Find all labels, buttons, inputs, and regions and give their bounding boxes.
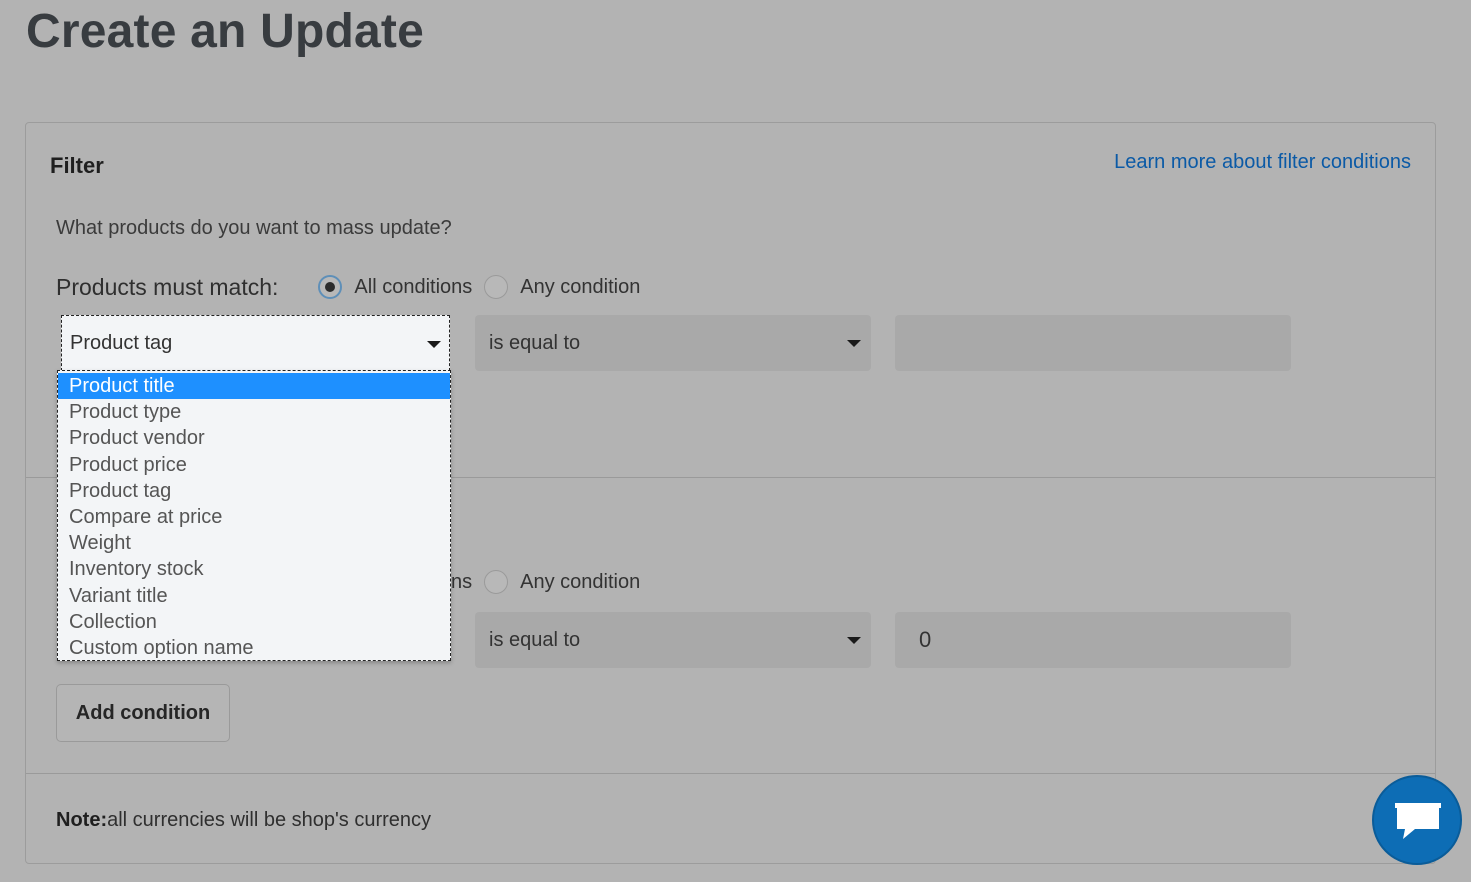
chat-bubble-icon [1395, 803, 1441, 839]
match-label-2-fragment: ns [451, 570, 473, 593]
note-text: all currencies will be shop's currency [107, 809, 432, 831]
radio-any-condition[interactable]: Any condition [484, 275, 640, 299]
chevron-down-icon [427, 341, 441, 348]
radio-all-circle[interactable] [318, 275, 343, 299]
operator-select-1-value: is equal to [489, 331, 581, 354]
add-condition-button[interactable]: Add condition [56, 684, 230, 742]
learn-more-link[interactable]: Learn more about filter conditions [1114, 151, 1411, 174]
value-input-1[interactable] [895, 315, 1291, 371]
radio-all-label: All conditions [354, 275, 473, 298]
radio-any-condition-2[interactable]: Any condition [484, 570, 640, 594]
value-input-2-text: 0 [919, 627, 932, 652]
dropdown-option[interactable]: Variant title [58, 583, 450, 609]
field-select-1[interactable]: Product tag [61, 315, 450, 371]
value-input-2[interactable]: 0 [895, 612, 1291, 668]
currency-note: Note:all currencies will be shop's curre… [56, 809, 431, 832]
dropdown-option[interactable]: Product vendor [58, 425, 450, 451]
match-mode-row: Products must match: All conditions Any … [56, 271, 652, 303]
dropdown-option[interactable]: Product price [58, 452, 450, 478]
operator-select-2[interactable]: is equal to [475, 612, 871, 668]
chevron-down-icon [847, 637, 861, 644]
match-label: Products must match: [56, 273, 279, 300]
dropdown-option[interactable]: Product type [58, 399, 450, 425]
chat-button[interactable] [1372, 775, 1462, 865]
footer-divider [26, 773, 1435, 774]
radio-any-circle[interactable] [484, 275, 509, 299]
filter-question: What products do you want to mass update… [56, 217, 452, 239]
page-title: Create an Update [26, 5, 424, 58]
filter-heading: Filter [50, 153, 104, 178]
dropdown-option[interactable]: Product tag [58, 478, 450, 504]
dropdown-option[interactable]: Inventory stock [58, 556, 450, 582]
dropdown-option[interactable]: Weight [58, 530, 450, 556]
dropdown-option[interactable]: Compare at price [58, 504, 450, 530]
dropdown-option[interactable]: Product title [58, 373, 450, 400]
radio-any-label-2: Any condition [520, 570, 641, 593]
field-select-1-value: Product tag [70, 331, 173, 354]
radio-any-label: Any condition [520, 275, 641, 298]
dropdown-option[interactable]: Collection [58, 609, 450, 635]
operator-select-2-value: is equal to [489, 628, 581, 651]
radio-any-circle-2[interactable] [484, 570, 509, 594]
dropdown-option[interactable]: Custom option name [58, 635, 450, 661]
chevron-down-icon [847, 340, 861, 347]
radio-all-conditions[interactable]: All conditions [318, 275, 472, 299]
operator-select-1[interactable]: is equal to [475, 315, 871, 371]
match-mode-row-2: ns Any condition [451, 566, 652, 598]
field-dropdown-list[interactable]: Product title Product type Product vendo… [57, 370, 451, 661]
note-label: Note: [56, 809, 108, 831]
